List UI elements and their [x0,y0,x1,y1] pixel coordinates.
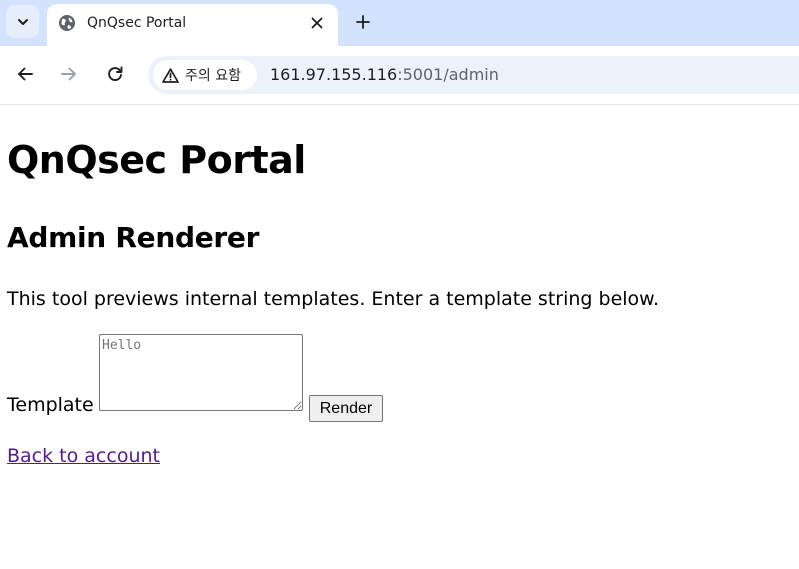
tab-search-button[interactable] [6,5,39,38]
section-heading: Admin Renderer [7,221,260,254]
globe-icon [59,15,75,31]
warning-triangle-icon [162,67,179,83]
address-bar[interactable]: 주의 요함 161.97.155.116:5001/admin [148,56,799,94]
arrow-left-icon [18,67,33,81]
reload-button[interactable] [101,60,129,88]
template-label: Template [7,394,94,416]
url-path: :5001/admin [397,65,499,84]
intro-text: This tool previews internal templates. E… [7,288,660,310]
security-label: 주의 요함 [185,68,241,84]
back-button[interactable] [11,60,39,88]
chevron-down-icon [17,18,28,25]
url-host: 161.97.155.116 [270,65,398,84]
close-icon [311,17,323,29]
back-to-account-link[interactable]: Back to account [7,445,160,467]
arrow-right-icon [61,67,76,81]
tab-close-button[interactable] [307,13,327,33]
reload-icon [108,66,123,81]
plus-icon [356,15,370,29]
url-text[interactable]: 161.97.155.116:5001/admin [270,65,499,84]
page-content: QnQsec Portal Admin Renderer This tool p… [0,105,799,569]
template-input[interactable] [99,334,303,411]
forward-button[interactable] [55,60,83,88]
active-tab[interactable]: QnQsec Portal [47,4,338,46]
tab-title: QnQsec Portal [87,15,187,31]
security-indicator[interactable]: 주의 요함 [153,60,257,90]
new-tab-button[interactable] [350,9,376,35]
render-button[interactable]: Render [309,395,383,422]
browser-toolbar: 주의 요함 161.97.155.116:5001/admin [0,46,799,105]
page-title: QnQsec Portal [7,138,306,182]
tab-strip: QnQsec Portal [0,0,799,46]
